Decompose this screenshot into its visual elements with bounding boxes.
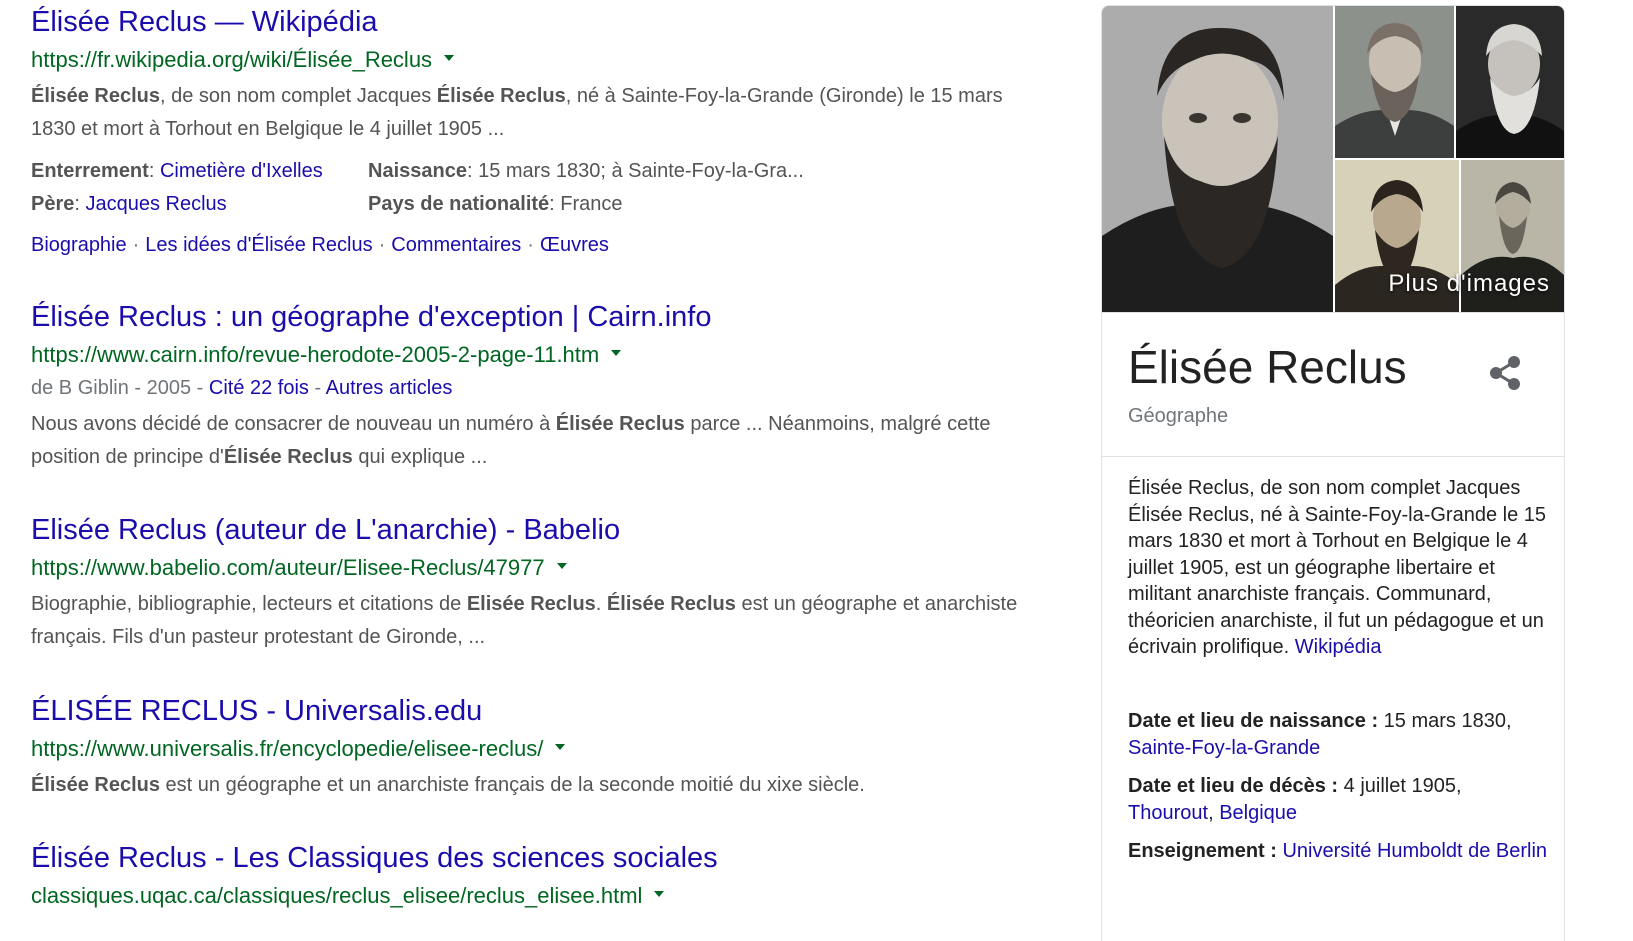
result-snippet: Élisée Reclus, de son nom complet Jacque… [31,80,1041,146]
kp-fact-key: Enseignement : [1128,840,1277,862]
result-url-text[interactable]: https://www.universalis.fr/encyclopedie/… [31,736,543,761]
portrait-image-main[interactable] [1102,6,1333,312]
result-title[interactable]: Élisée Reclus — Wikipédia [31,5,1041,39]
result-universalis: ÉLISÉE RECLUS - Universalis.edu https://… [31,694,1041,802]
kp-source-link[interactable]: Wikipédia [1295,636,1382,658]
result-snippet: Nous avons décidé de consacrer de nouvea… [31,408,1041,474]
result-facts: Enterrement: Cimetière d'Ixelles Naissan… [31,157,1041,218]
fact-naissance: Naissance: 15 mars 1830; à Sainte-Foy-la… [368,160,804,182]
result-url: classiques.uqac.ca/classiques/reclus_eli… [31,882,1041,910]
separator: · [378,234,386,256]
kp-fact-education: Enseignement : Université Humboldt de Be… [1128,838,1548,865]
result-url-text[interactable]: https://www.babelio.com/auteur/Elisee-Re… [31,555,545,580]
kp-description-text: Élisée Reclus, de son nom complet Jacque… [1128,477,1546,658]
kp-fact-value: 4 juillet 1905, [1338,775,1462,797]
sitelinks: Biographie · Les idées d'Élisée Reclus · Com… [31,231,1041,259]
cited-link[interactable]: Cité 22 fois [209,377,309,399]
kp-fact-key: Date et lieu de décès : [1128,775,1339,797]
result-title[interactable]: Élisée Reclus - Les Classiques des scien… [31,841,1041,875]
result-wikipedia: Élisée Reclus — Wikipédia https://fr.wik… [31,5,1041,259]
dropdown-caret-icon[interactable] [555,744,566,751]
more-images-link[interactable]: Plus d'images [1388,270,1550,298]
portrait-image-2[interactable] [1335,6,1454,158]
separator: · [132,234,140,256]
result-title[interactable]: Élisée Reclus : un géographe d'exception… [31,300,1041,334]
kp-fact-link[interactable]: Sainte-Foy-la-Grande [1128,737,1320,759]
portrait-image-3[interactable] [1456,6,1564,158]
snippet-text: est un géographe et un anarchiste frança… [159,774,865,796]
result-title[interactable]: Elisée Reclus (auteur de L'anarchie) - B… [31,513,1041,547]
dropdown-caret-icon[interactable] [444,55,455,62]
knowledge-panel: Plus d'images Élisée Reclus Géographe Él… [1101,5,1565,941]
sitelink[interactable]: Les idées d'Élisée Reclus [145,234,372,256]
result-url-text[interactable]: https://fr.wikipedia.org/wiki/Élisée_Rec… [31,47,432,72]
kp-header: Élisée Reclus Géographe [1102,312,1564,457]
fact-enterrement: Enterrement: Cimetière d'Ixelles [31,160,323,182]
kp-fact-birth: Date et lieu de naissance : 15 mars 1830… [1128,708,1548,761]
snippet-highlight: Élisée Reclus [223,446,353,468]
snippet-text: Biographie, bibliographie, lecteurs et c… [31,593,467,615]
snippet-highlight: Élisée Reclus [31,85,160,107]
other-articles-link[interactable]: Autres articles [326,377,453,399]
sitelink[interactable]: Commentaires [391,234,521,256]
dropdown-caret-icon[interactable] [611,350,622,357]
fact-pays: Pays de nationalité: France [368,193,623,215]
dropdown-caret-icon[interactable] [654,891,665,898]
snippet-text: qui explique ... [352,446,488,468]
image-gallery: Plus d'images [1102,6,1564,312]
result-classiques: Élisée Reclus - Les Classiques des scien… [31,841,1041,910]
kp-fact-link[interactable]: Thourout [1128,802,1208,824]
kp-fact-key: Date et lieu de naissance : [1128,710,1379,732]
fact-link[interactable]: Cimetière d'Ixelles [160,160,323,182]
snippet-highlight: Élisée Reclus [31,774,160,796]
result-url: https://www.babelio.com/auteur/Elisee-Re… [31,554,1041,582]
snippet-highlight: Elisée Reclus [466,593,596,615]
result-url: https://www.universalis.fr/encyclopedie/… [31,735,1041,763]
snippet-highlight: Élisée Reclus [606,593,736,615]
result-url-text[interactable]: https://www.cairn.info/revue-herodote-20… [31,342,599,367]
kp-fact-death: Date et lieu de décès : 4 juillet 1905, … [1128,773,1548,826]
result-snippet: Élisée Reclus est un géographe et un ana… [31,769,1041,802]
snippet-text: Nous avons décidé de consacrer de nouvea… [31,413,556,435]
result-meta: de B Giblin - 2005 - Cité 22 fois - Autr… [31,377,453,399]
result-url: https://www.cairn.info/revue-herodote-20… [31,341,1041,369]
kp-description: Élisée Reclus, de son nom complet Jacque… [1128,475,1548,661]
fact-link[interactable]: Jacques Reclus [86,193,227,215]
sitelink[interactable]: Œuvres [540,234,609,256]
separator: · [527,234,534,256]
snippet-text: , de son nom complet Jacques [159,85,437,107]
result-snippet: Biographie, bibliographie, lecteurs et c… [31,588,1041,654]
snippet-text: . [595,593,607,615]
kp-fact-link[interactable]: Université Humboldt de Berlin [1282,840,1547,862]
kp-subtitle: Géographe [1128,405,1229,427]
fact-pere: Père: Jacques Reclus [31,193,227,215]
snippet-highlight: Élisée Reclus [555,413,685,435]
result-title[interactable]: ÉLISÉE RECLUS - Universalis.edu [31,694,1041,728]
result-cairn: Élisée Reclus : un géographe d'exception… [31,300,1041,474]
share-icon[interactable] [1488,355,1522,391]
result-url-text[interactable]: classiques.uqac.ca/classiques/reclus_eli… [31,883,642,908]
kp-fact-value: 15 mars 1830, [1378,710,1512,732]
dropdown-caret-icon[interactable] [556,563,567,570]
result-url: https://fr.wikipedia.org/wiki/Élisée_Rec… [31,46,1041,74]
kp-fact-link[interactable]: Belgique [1219,802,1297,824]
sitelink[interactable]: Biographie [31,234,127,256]
snippet-highlight: Élisée Reclus [436,85,566,107]
kp-fact-value: , [1208,801,1220,824]
result-babelio: Elisée Reclus (auteur de L'anarchie) - B… [31,513,1041,654]
kp-title: Élisée Reclus [1128,341,1407,393]
